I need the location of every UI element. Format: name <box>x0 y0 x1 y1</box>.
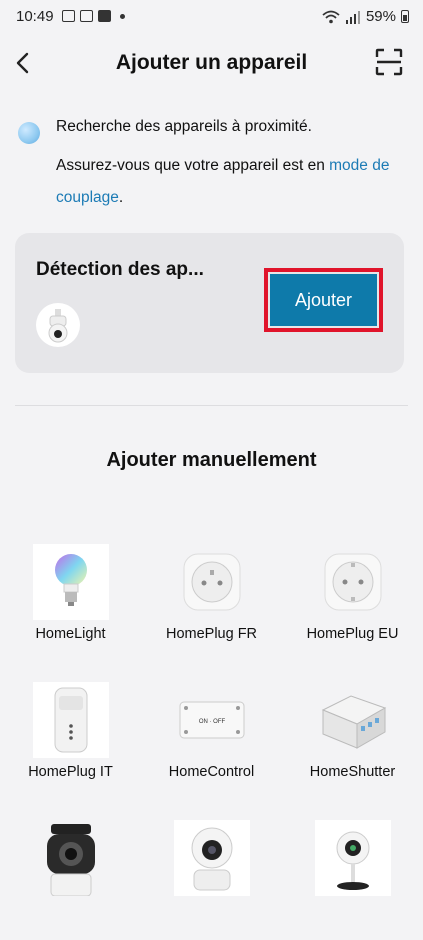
pairing-instructions: Assurez-vous que votre appareil est en m… <box>56 157 390 206</box>
plug-eu-icon <box>324 553 381 611</box>
outdoor-camera-icon <box>46 824 95 896</box>
plug-fr-icon <box>183 553 240 611</box>
scan-qr-icon <box>375 48 403 76</box>
status-time: 10:49 <box>16 8 54 25</box>
device-homecontrol[interactable]: ON · OFF HomeControl <box>141 682 282 802</box>
device-outdoor-camera[interactable] <box>0 820 141 940</box>
device-label: HomePlug IT <box>28 764 113 780</box>
plug-it-icon <box>32 682 109 758</box>
image-icon <box>80 10 93 22</box>
stand-camera-icon <box>314 820 391 896</box>
app-header: Ajouter un appareil <box>0 40 423 86</box>
shutter-module-icon <box>321 695 386 749</box>
device-homelight[interactable]: HomeLight <box>0 544 141 664</box>
wifi-icon <box>322 10 340 23</box>
detected-device-card: Détection des ap... Ajouter <box>15 233 404 373</box>
scan-button[interactable] <box>375 48 403 76</box>
device-label: HomeControl <box>168 764 255 780</box>
device-label: HomeShutter <box>309 764 396 780</box>
manual-add-title: Ajouter manuellement <box>106 449 317 471</box>
detected-camera-avatar <box>36 303 80 347</box>
battery-icon <box>401 10 409 23</box>
device-stand-camera[interactable] <box>282 820 423 940</box>
device-label: HomePlug EU <box>306 626 399 642</box>
outdoor-camera-icon <box>48 309 68 343</box>
more-notifications-icon <box>120 13 125 19</box>
device-homeplug-eu[interactable]: HomePlug EU <box>282 544 423 664</box>
indoor-camera-icon <box>173 820 250 896</box>
search-text: Recherche des appareils à proximité. <box>56 118 312 135</box>
calendar-icon <box>62 10 75 22</box>
device-label: HomeLight <box>35 626 106 642</box>
bulb-icon <box>32 544 109 620</box>
device-homeplug-fr[interactable]: HomePlug FR <box>141 544 282 664</box>
device-homeplug-it[interactable]: HomePlug IT <box>0 682 141 802</box>
status-bar: 10:49 59% <box>0 0 423 34</box>
bluetooth-search-icon <box>18 122 40 144</box>
device-indoor-camera[interactable] <box>141 820 282 940</box>
divider <box>15 405 408 406</box>
page-title: Ajouter un appareil <box>115 51 308 74</box>
switch-module-icon: ON · OFF <box>179 701 244 739</box>
check-icon <box>98 10 111 22</box>
add-detected-device-button[interactable]: Ajouter <box>270 274 377 326</box>
signal-icon <box>345 10 360 24</box>
detection-title: Détection des ap... <box>36 259 204 280</box>
svg-text:ON · OFF: ON · OFF <box>198 719 225 725</box>
device-homeshutter[interactable]: HomeShutter <box>282 682 423 802</box>
battery-level: 59% <box>365 8 396 25</box>
device-label: HomePlug FR <box>165 626 258 642</box>
